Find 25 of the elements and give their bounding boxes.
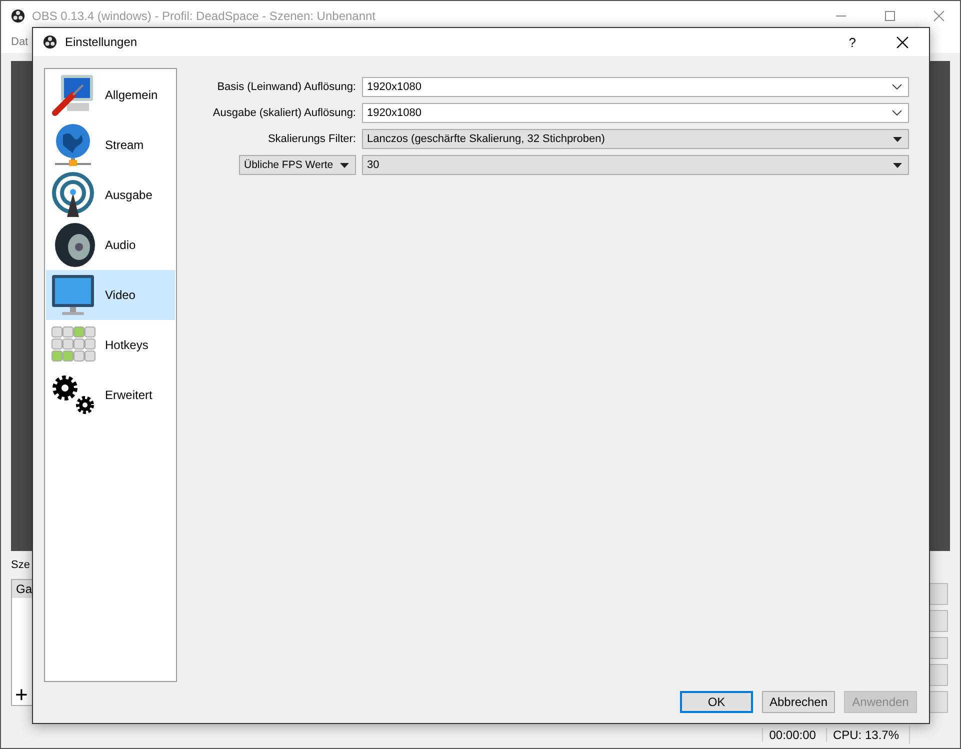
dropdown-field[interactable]: Lanczos (geschärfte Skalierung, 32 Stichproben)	[362, 129, 909, 149]
menu-item[interactable]: Dat	[11, 36, 28, 48]
sidebar-item[interactable]: Video	[46, 270, 175, 320]
window-title: OBS 0.13.4 (windows) - Profil: DeadSpace - Szenen: Unbenannt	[32, 9, 376, 23]
combo-field[interactable]: 1920x1080	[362, 103, 909, 123]
field-label: Skalierungs Filter:	[266, 133, 356, 145]
field-label: Ausgabe (skaliert) Auflösung:	[212, 107, 356, 119]
field-label: Basis (Leinwand) Auflösung:	[216, 81, 356, 93]
add-button[interactable]: +	[12, 685, 38, 705]
sidebar-item[interactable]: Hotkeys	[46, 320, 175, 370]
combo-field[interactable]: 1920x1080	[362, 77, 909, 97]
dropdown-field[interactable]: 30	[362, 155, 909, 175]
sidebar-item[interactable]: Erweitert	[46, 370, 175, 420]
dialog-button[interactable]: OK	[680, 691, 753, 713]
time-display: 00:00:00	[762, 728, 826, 742]
dialog-title: Einstellungen	[65, 35, 138, 49]
sidebar-item[interactable]: Allgemein	[46, 70, 175, 120]
sidebar-item[interactable]: Ausgabe	[46, 170, 175, 220]
fps-type-dropdown[interactable]: Übliche FPS Werte	[239, 155, 356, 175]
cpu-usage: CPU: 13.7%	[826, 728, 909, 742]
help-button[interactable]: ?	[844, 34, 860, 50]
sidebar-item[interactable]: Stream	[46, 120, 175, 170]
scenes-label: Sze	[11, 559, 30, 571]
dialog-button[interactable]: Abbrechen	[762, 691, 835, 713]
sidebar-item[interactable]: Audio	[46, 220, 175, 270]
